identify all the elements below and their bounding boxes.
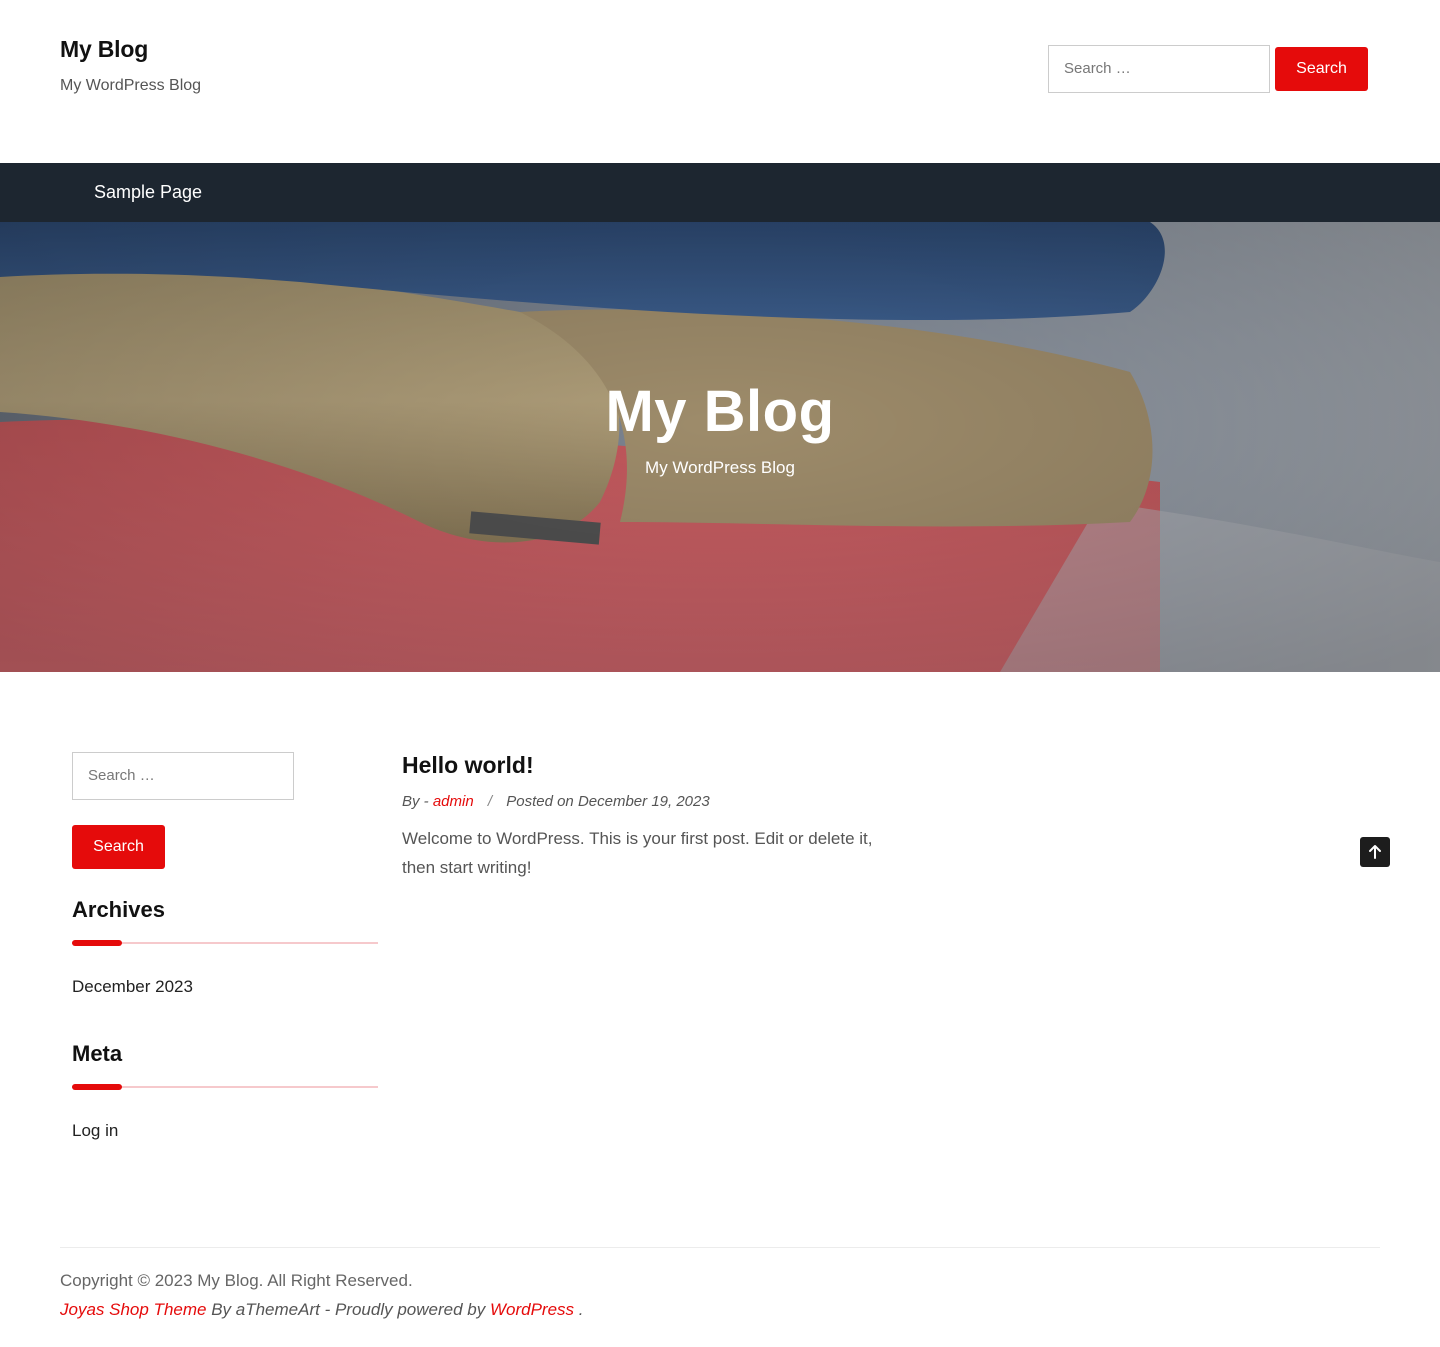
archive-link-december-2023[interactable]: December 2023 [72,977,193,997]
footer-divider [60,1247,1380,1248]
nav-item-sample-page[interactable]: Sample Page [94,163,202,222]
post-author-link[interactable]: admin [433,793,474,810]
site-header: My Blog My WordPress Blog Search … Searc… [0,0,1440,163]
meta-widget-title: Meta [72,1041,123,1066]
meta-link-log-in[interactable]: Log in [72,1121,118,1141]
archives-title-underline [72,940,378,946]
post-posted-label: Posted on [506,793,574,810]
footer-credits: Joyas Shop Theme By aThemeArt - Proudly … [60,1300,584,1320]
scroll-to-top-button[interactable] [1360,837,1390,867]
post-date-link[interactable]: December 19, 2023 [578,793,710,810]
sidebar-search-button[interactable]: Search [72,825,165,869]
post-meta: By - admin / Posted on December 19, 2023 [402,793,710,810]
theme-link[interactable]: Joyas Shop Theme [60,1300,206,1319]
post-title[interactable]: Hello world! [402,752,534,779]
main-navigation: Sample Page [0,163,1440,222]
post-meta-separator: / [487,793,493,810]
meta-title-underline [72,1084,378,1090]
sidebar-search-input[interactable]: Search … [72,752,294,800]
post-by-label: By - [402,793,429,810]
header-search-input[interactable]: Search … [1048,45,1270,93]
site-title[interactable]: My Blog [60,36,148,63]
hero-description: My WordPress Blog [645,458,795,477]
site-description: My WordPress Blog [60,77,202,94]
hero-banner: My Blog My WordPress Blog [0,222,1440,672]
credits-by-text: By aThemeArt - Proudly powered by [211,1300,486,1319]
copyright-text: Copyright © 2023 My Blog. All Right Rese… [60,1271,413,1290]
post-excerpt: Welcome to WordPress. This is your first… [402,829,873,877]
hero-title: My Blog [605,379,835,444]
archives-widget-title: Archives [72,897,165,922]
header-search-button[interactable]: Search [1275,47,1368,91]
arrow-up-icon [1369,845,1381,859]
hero-background-image [0,222,1440,672]
credits-end: . [578,1300,584,1319]
wordpress-link[interactable]: WordPress [490,1300,574,1319]
